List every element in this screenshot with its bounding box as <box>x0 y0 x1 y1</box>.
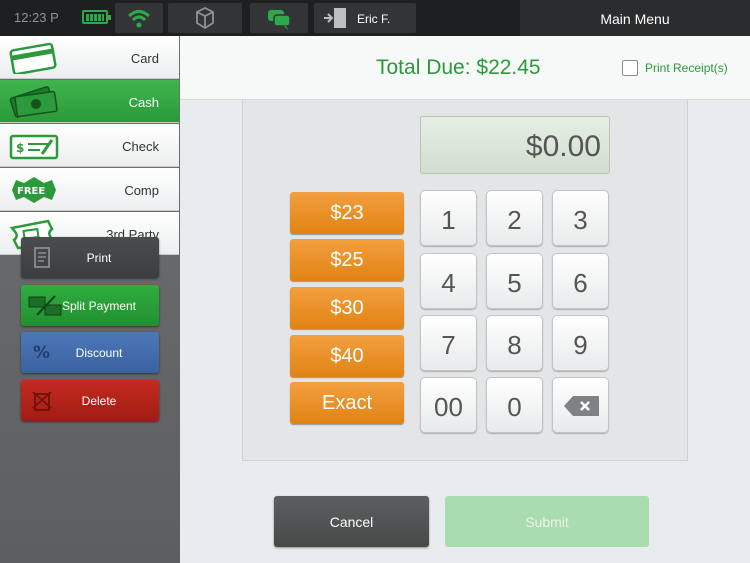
keypad-key[interactable]: 2 <box>486 190 543 246</box>
tab-check-label: Check <box>122 139 159 154</box>
keypad-key[interactable]: 8 <box>486 315 543 371</box>
submit-button[interactable]: Submit <box>445 496 649 547</box>
split-payment-button[interactable]: Split Payment <box>21 285 159 326</box>
battery-icon <box>82 10 111 24</box>
discount-button[interactable]: % Discount <box>21 332 159 373</box>
free-badge-icon: FREE <box>12 177 56 203</box>
amount-value: $0.00 <box>525 130 601 163</box>
user-logout-button[interactable]: Eric F. <box>314 3 416 33</box>
status-time: 12:23 P <box>14 10 59 25</box>
tab-cash[interactable]: Cash <box>0 80 179 123</box>
tab-check[interactable]: $ Check <box>0 124 179 167</box>
cancel-button[interactable]: Cancel <box>274 496 429 547</box>
keypad-key[interactable]: 0 <box>486 377 543 433</box>
cancel-label: Cancel <box>329 514 374 530</box>
keypad-key[interactable]: 6 <box>552 253 609 309</box>
box-icon <box>196 6 214 30</box>
wifi-button[interactable] <box>115 3 163 33</box>
orders-button[interactable] <box>168 3 242 33</box>
tab-comp-label: Comp <box>124 183 159 198</box>
user-name: Eric F. <box>357 12 391 26</box>
keypad-key[interactable]: 7 <box>420 315 477 371</box>
quick-amount-button[interactable]: $25 <box>290 239 404 281</box>
print-receipt-checkbox[interactable] <box>622 60 638 76</box>
total-due: Total Due: $22.45 <box>376 56 541 79</box>
tab-comp[interactable]: FREE Comp <box>0 168 179 211</box>
print-label: Print <box>86 251 112 265</box>
print-button[interactable]: Print <box>21 237 159 278</box>
svg-text:$: $ <box>16 141 24 155</box>
keypad-key[interactable]: 5 <box>486 253 543 309</box>
top-bar: 12:23 P Eric F. Main Menu <box>0 0 750 36</box>
main-menu-label: Main Menu <box>600 11 670 27</box>
submit-label: Submit <box>525 514 569 530</box>
tab-cash-label: Cash <box>128 95 159 110</box>
tab-card-label: Card <box>130 51 159 66</box>
quick-amount-button[interactable]: $23 <box>290 192 404 234</box>
tab-card[interactable]: Card <box>0 36 179 79</box>
keypad-key[interactable]: 4 <box>420 253 477 309</box>
keypad-key[interactable]: 00 <box>420 377 477 433</box>
quick-amount-button[interactable]: $30 <box>290 287 404 329</box>
keypad-key[interactable]: 3 <box>552 190 609 246</box>
main-menu-button[interactable]: Main Menu <box>520 0 750 36</box>
exact-amount-button[interactable]: Exact <box>290 382 404 424</box>
backspace-icon <box>564 396 599 416</box>
quick-amount-button[interactable]: $40 <box>290 335 404 377</box>
cash-bills-icon <box>9 86 58 118</box>
split-payment-label: Split Payment <box>61 299 137 313</box>
discount-label: Discount <box>75 346 123 360</box>
svg-text:FREE: FREE <box>17 186 45 197</box>
payment-header: Total Due: $22.45 Print Receipt(s) <box>180 36 750 100</box>
chat-button[interactable] <box>250 3 308 33</box>
chat-icon <box>268 10 291 30</box>
delete-button[interactable]: Delete <box>21 380 159 421</box>
keypad-key[interactable]: 1 <box>420 190 477 246</box>
print-receipt-label[interactable]: Print Receipt(s) <box>645 61 728 75</box>
credit-card-icon <box>9 42 57 74</box>
check-icon: $ <box>9 134 59 160</box>
delete-label: Delete <box>81 394 117 408</box>
wifi-icon <box>127 10 151 28</box>
amount-display: $0.00 <box>420 116 610 174</box>
backspace-key[interactable] <box>552 377 609 433</box>
logout-door-icon <box>324 8 346 28</box>
keypad-key[interactable]: 9 <box>552 315 609 371</box>
